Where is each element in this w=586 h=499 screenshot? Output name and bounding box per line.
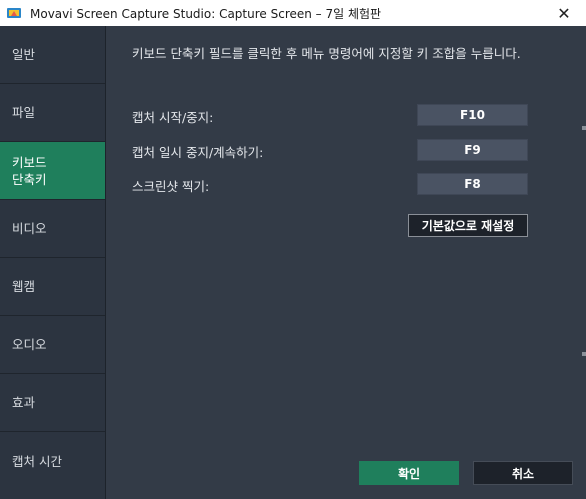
sidebar-item-label: 일반 xyxy=(12,47,36,62)
shortcut-field-pause-resume[interactable]: F9 xyxy=(417,139,528,161)
reset-defaults-button[interactable]: 기본값으로 재설정 xyxy=(408,214,528,237)
shortcut-label-screenshot: 스크린샷 찍기: xyxy=(132,179,210,194)
window-title: Movavi Screen Capture Studio: Capture Sc… xyxy=(30,6,382,21)
resize-handle xyxy=(582,126,586,130)
description-text: 키보드 단축키 필드를 클릭한 후 메뉴 명령어에 지정할 키 조합을 누릅니다… xyxy=(132,46,521,61)
shortcut-label-start-stop: 캡처 시작/중지: xyxy=(132,110,214,125)
sidebar-item-effects[interactable]: 효과 xyxy=(0,374,105,432)
sidebar-item-label: 키보드 단축키 xyxy=(12,154,47,187)
sidebar-item-label: 웹캠 xyxy=(12,279,36,294)
sidebar-item-label: 캡처 시간 xyxy=(12,453,62,469)
sidebar-item-capture-time[interactable]: 캡처 시간 xyxy=(0,432,105,490)
sidebar-item-video[interactable]: 비디오 xyxy=(0,200,105,258)
ok-button[interactable]: 확인 xyxy=(359,461,459,485)
shortcut-label-pause-resume: 캡처 일시 중지/계속하기: xyxy=(132,145,264,160)
sidebar-item-label: 효과 xyxy=(12,395,36,410)
sidebar-item-general[interactable]: 일반 xyxy=(0,26,105,84)
sidebar-item-file[interactable]: 파일 xyxy=(0,84,105,142)
sidebar-item-keyboard-shortcuts[interactable]: 키보드 단축키 xyxy=(0,142,105,200)
sidebar-item-label: 오디오 xyxy=(12,337,47,352)
app-icon xyxy=(6,5,22,21)
title-bar: Movavi Screen Capture Studio: Capture Sc… xyxy=(0,0,586,27)
sidebar-item-label: 파일 xyxy=(12,105,36,120)
shortcut-field-start-stop[interactable]: F10 xyxy=(417,104,528,126)
shortcut-field-screenshot[interactable]: F8 xyxy=(417,173,528,195)
cancel-button[interactable]: 취소 xyxy=(473,461,573,485)
sidebar-item-webcam[interactable]: 웹캠 xyxy=(0,258,105,316)
settings-panel: 키보드 단축키 필드를 클릭한 후 메뉴 명령어에 지정할 키 조합을 누릅니다… xyxy=(106,26,586,499)
resize-handle xyxy=(582,352,586,356)
settings-sidebar: 일반 파일 키보드 단축키 비디오 웹캠 오디오 효과 캡처 시간 xyxy=(0,26,106,499)
close-button[interactable]: ✕ xyxy=(544,0,584,26)
sidebar-item-audio[interactable]: 오디오 xyxy=(0,316,105,374)
sidebar-item-label: 비디오 xyxy=(12,221,47,236)
